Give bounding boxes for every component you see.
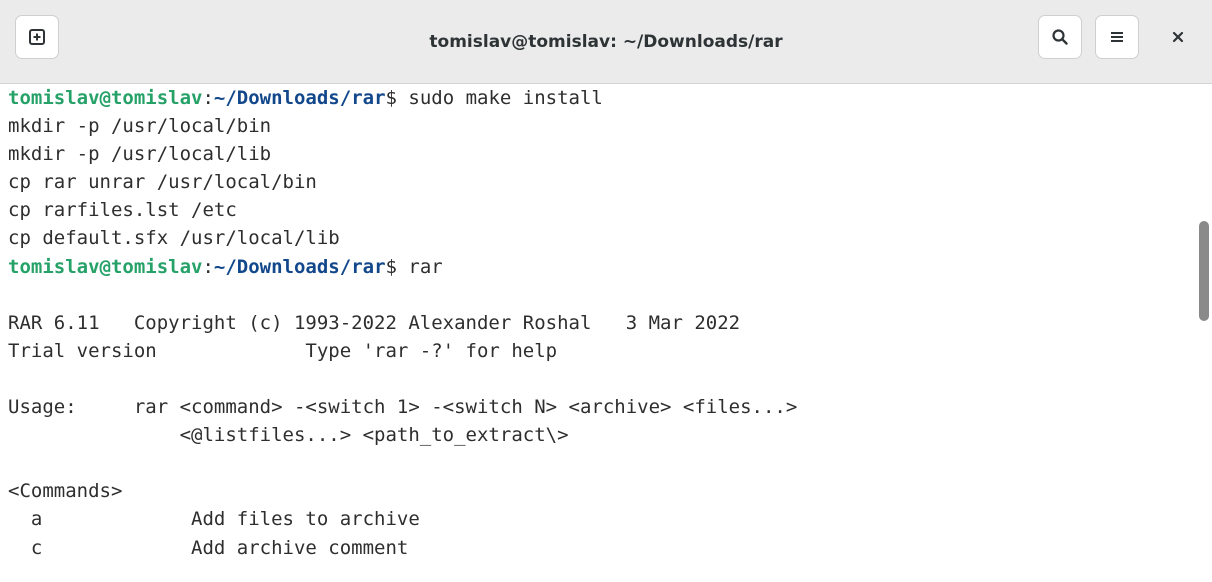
output-line: cp rar unrar /usr/local/bin <box>8 171 317 194</box>
prompt-user: tomislav@tomislav <box>8 87 203 109</box>
new-tab-icon <box>29 29 45 45</box>
vertical-scrollbar[interactable] <box>1196 84 1212 582</box>
output-line: a Add files to archive <box>8 508 420 531</box>
output-line: <@listfiles...> <path_to_extract\> <box>8 424 569 447</box>
prompt-command: $ rar <box>385 255 443 278</box>
close-button[interactable] <box>1156 15 1200 59</box>
output-line: c Add archive comment <box>8 536 409 559</box>
prompt-path: ~/Downloads/rar <box>213 87 386 109</box>
hamburger-menu-icon <box>1111 32 1123 42</box>
terminal-output[interactable]: tomislav@tomislav:~/Downloads/rar$ sudo … <box>0 84 1196 582</box>
prompt-line: tomislav@tomislav:~/Downloads/rar$ rar <box>8 253 1196 281</box>
search-icon <box>1052 29 1068 45</box>
prompt-separator: : <box>202 255 214 278</box>
prompt-path: ~/Downloads/rar <box>213 255 386 278</box>
new-tab-button[interactable] <box>15 15 59 59</box>
output-line: Usage: rar <command> -<switch 1> -<switc… <box>8 396 798 419</box>
prompt-line: tomislav@tomislav:~/Downloads/rar$ sudo … <box>8 84 1196 112</box>
menu-button[interactable] <box>1095 15 1139 59</box>
prompt-command: $ sudo make install <box>385 87 603 109</box>
output-line: mkdir -p /usr/local/lib <box>8 143 272 166</box>
prompt-separator: : <box>202 87 214 109</box>
window-title: tomislav@tomislav: ~/Downloads/rar <box>429 32 783 52</box>
output-line: cp default.sfx /usr/local/lib <box>8 227 340 250</box>
output-line: <Commands> <box>8 480 123 503</box>
output-line: mkdir -p /usr/local/bin <box>8 115 272 138</box>
output-line: Trial version Type 'rar -?' for help <box>8 339 558 362</box>
output-line: cp rarfiles.lst /etc <box>8 199 237 222</box>
search-button[interactable] <box>1038 15 1082 59</box>
close-icon <box>1172 31 1184 43</box>
prompt-user: tomislav@tomislav <box>8 255 203 278</box>
header-bar: tomislav@tomislav: ~/Downloads/rar <box>0 0 1212 84</box>
output-line: RAR 6.11 Copyright (c) 1993-2022 Alexand… <box>8 311 741 334</box>
scrollbar-thumb[interactable] <box>1199 221 1209 321</box>
terminal-window: tomislav@tomislav: ~/Downloads/rar tomis… <box>0 0 1212 582</box>
